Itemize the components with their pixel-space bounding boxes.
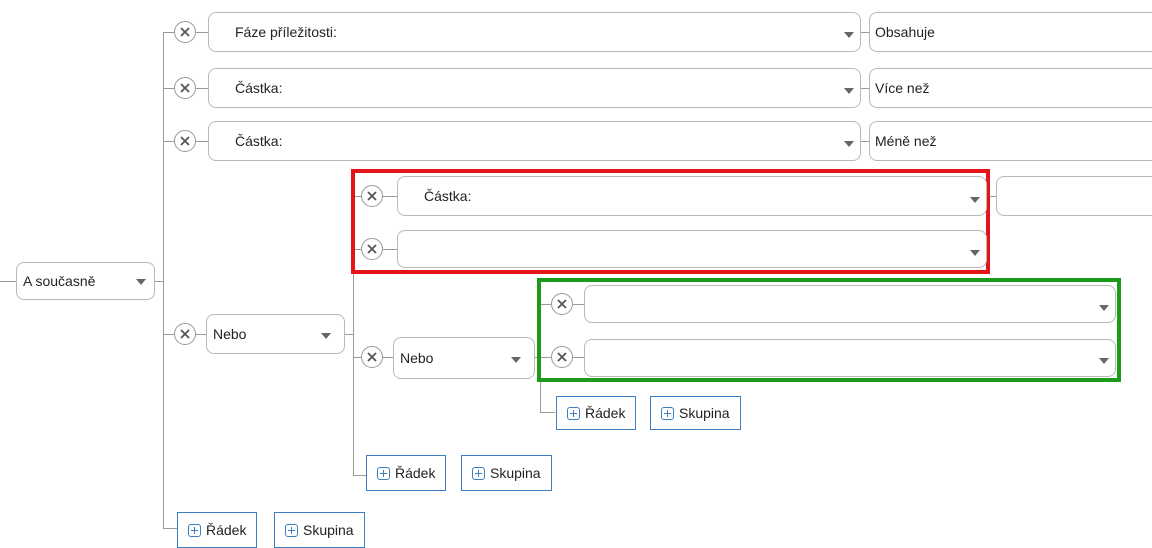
chevron-down-icon	[1099, 305, 1109, 311]
group2-add-row-button[interactable]: Řádek	[556, 396, 637, 430]
remove-group-button[interactable]	[174, 323, 196, 345]
connector	[163, 32, 164, 529]
condition-select-row-2[interactable]: Více než	[869, 68, 1152, 108]
chevron-down-icon	[321, 333, 331, 339]
close-icon	[180, 329, 190, 339]
connector	[196, 334, 206, 335]
plus-square-icon	[377, 466, 390, 480]
connector	[163, 528, 177, 529]
field-select-group1-row-2[interactable]	[397, 230, 987, 268]
group1-operator-label: Nebo	[213, 326, 247, 342]
remove-row-button[interactable]	[551, 346, 573, 368]
group2-operator-select[interactable]: Nebo	[393, 337, 535, 379]
group1-add-row-button[interactable]: Řádek	[366, 455, 447, 491]
field-label: Částka:	[424, 188, 472, 204]
remove-group-button[interactable]	[361, 346, 383, 368]
close-icon	[180, 27, 190, 37]
group2-operator-label: Nebo	[400, 350, 434, 366]
condition-select-row-1[interactable]: Obsahuje	[869, 12, 1152, 52]
close-icon	[557, 299, 567, 309]
connector	[196, 141, 208, 142]
remove-row-button[interactable]	[174, 21, 196, 43]
remove-row-button[interactable]	[361, 185, 383, 207]
connector	[196, 32, 208, 33]
connector	[353, 475, 366, 476]
group2-add-group-button[interactable]: Skupina	[650, 396, 741, 430]
connector	[163, 334, 174, 335]
condition-label: Méně než	[875, 133, 937, 149]
field-select-row-2[interactable]: Částka:	[208, 68, 861, 108]
chevron-down-icon	[511, 357, 521, 363]
connector	[0, 281, 16, 282]
connector	[383, 357, 393, 358]
connector	[163, 88, 174, 89]
add-row-label: Řádek	[585, 405, 626, 421]
connector	[196, 88, 208, 89]
field-select-group2-row-2[interactable]	[584, 339, 1116, 377]
field-label: Částka:	[235, 133, 283, 149]
add-group-label: Skupina	[679, 405, 730, 421]
close-icon	[180, 83, 190, 93]
condition-select-group1-row-1[interactable]	[996, 176, 1152, 216]
field-select-group1-row-1[interactable]: Částka:	[397, 176, 987, 216]
condition-label: Více než	[875, 80, 930, 96]
chevron-down-icon	[136, 279, 146, 285]
connector	[344, 334, 353, 335]
close-icon	[367, 352, 377, 362]
field-label: Fáze příležitosti:	[235, 24, 337, 40]
chevron-down-icon	[844, 88, 854, 94]
condition-select-row-3[interactable]: Méně než	[869, 121, 1152, 161]
plus-square-icon	[285, 523, 298, 537]
connector	[860, 88, 869, 89]
connector	[860, 32, 869, 33]
add-group-label: Skupina	[490, 465, 541, 481]
chevron-down-icon	[970, 197, 980, 203]
add-row-label: Řádek	[395, 465, 436, 481]
chevron-down-icon	[970, 250, 980, 256]
group1-operator-select[interactable]: Nebo	[206, 314, 345, 354]
chevron-down-icon	[1099, 358, 1109, 364]
remove-row-button[interactable]	[361, 238, 383, 260]
field-select-group2-row-1[interactable]	[584, 285, 1116, 323]
field-select-row-3[interactable]: Částka:	[208, 121, 861, 161]
chevron-down-icon	[844, 141, 854, 147]
remove-row-button[interactable]	[174, 77, 196, 99]
field-select-row-1[interactable]: Fáze příležitosti:	[208, 12, 861, 52]
chevron-down-icon	[844, 32, 854, 38]
close-icon	[367, 244, 377, 254]
close-icon	[180, 136, 190, 146]
root-operator-select[interactable]: A současně	[16, 262, 155, 300]
connector	[163, 32, 174, 33]
field-label: Částka:	[235, 80, 283, 96]
close-icon	[367, 191, 377, 201]
connector	[860, 141, 869, 142]
connector	[154, 281, 163, 282]
root-operator-label: A současně	[23, 273, 96, 289]
plus-square-icon	[188, 523, 201, 537]
plus-square-icon	[567, 406, 580, 420]
remove-row-button[interactable]	[551, 293, 573, 315]
connector	[353, 357, 361, 358]
plus-square-icon	[472, 466, 485, 480]
remove-row-button[interactable]	[174, 130, 196, 152]
plus-square-icon	[661, 406, 674, 420]
close-icon	[557, 352, 567, 362]
condition-label: Obsahuje	[875, 24, 935, 40]
add-group-label: Skupina	[303, 522, 354, 538]
group1-add-group-button[interactable]: Skupina	[461, 455, 552, 491]
add-row-label: Řádek	[206, 522, 247, 538]
connector	[540, 412, 555, 413]
connector	[163, 141, 174, 142]
